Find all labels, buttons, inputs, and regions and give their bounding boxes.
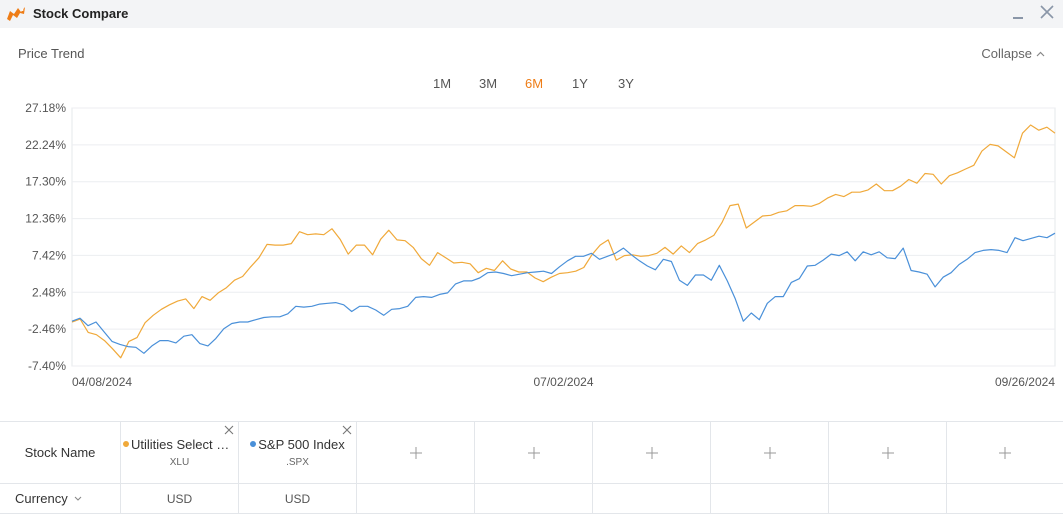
currency-value: USD: [284, 491, 311, 506]
minimize-button[interactable]: [1010, 4, 1026, 22]
y-tick-label: -2.46%: [28, 322, 66, 336]
currency-value: USD: [166, 491, 193, 506]
collapse-button[interactable]: Collapse: [981, 46, 1045, 61]
plus-icon[interactable]: [999, 446, 1011, 459]
remove-stock-icon[interactable]: [342, 425, 352, 435]
stock-name: S&P 500 Index: [239, 437, 356, 452]
price-trend-title: Price Trend: [18, 46, 85, 61]
y-tick-label: 7.42%: [32, 248, 66, 262]
currency-cell: [474, 484, 592, 513]
chevron-up-icon: [1036, 51, 1045, 56]
currency-cell: [946, 484, 1063, 513]
plus-icon[interactable]: [763, 446, 776, 459]
stock-slot-1[interactable]: Utilities Select Sector SPDR XLU: [120, 422, 238, 483]
compare-table: Stock Name Utilities Select Sector SPDR …: [0, 421, 1063, 516]
range-tab-1m[interactable]: 1M: [419, 76, 465, 91]
currency-cell: [710, 484, 828, 513]
x-tick-label: 07/02/2024: [533, 375, 593, 389]
plus-icon[interactable]: [881, 446, 894, 459]
y-tick-label: 12.36%: [25, 212, 66, 226]
plot-area: [71, 107, 1056, 367]
currency-cell: [356, 484, 474, 513]
currency-cell: USD: [120, 484, 238, 513]
currency-cell: USD: [238, 484, 356, 513]
window-title: Stock Compare: [33, 6, 129, 21]
stock-symbol: XLU: [169, 457, 190, 468]
empty-stock-slot[interactable]: [592, 422, 710, 483]
plus-icon[interactable]: [409, 446, 422, 459]
series-line-xlu: [71, 124, 1056, 359]
series-dot: [123, 441, 129, 447]
y-tick-label: -7.40%: [28, 359, 66, 373]
chevron-down-icon: [74, 496, 82, 501]
stock-name-row: Stock Name Utilities Select Sector SPDR …: [0, 421, 1063, 483]
currency-row: Currency USD USD: [0, 483, 1063, 514]
empty-stock-slot[interactable]: [710, 422, 828, 483]
range-tab-3y[interactable]: 3Y: [603, 76, 649, 91]
stock-name-header: Stock Name: [24, 445, 96, 460]
y-tick-label: 22.24%: [25, 138, 66, 152]
plus-icon[interactable]: [645, 446, 658, 459]
price-trend-chart: 27.18% 22.24% 17.30% 12.36% 7.42% 2.48% -2.46%…: [25, 101, 1056, 389]
stock-name: Utilities Select Sector SPDR: [121, 437, 238, 452]
stock-symbol: .SPX: [286, 457, 309, 468]
currency-cell: [828, 484, 946, 513]
currency-header: Currency: [15, 491, 68, 506]
x-tick-label: 09/26/2024: [995, 375, 1055, 389]
x-tick-label: 04/08/2024: [72, 375, 132, 389]
empty-stock-slot[interactable]: [356, 422, 474, 483]
range-tab-1y[interactable]: 1Y: [557, 76, 603, 91]
series-dot: [250, 441, 257, 447]
series-line-spx: [71, 232, 1056, 354]
currency-cell: [592, 484, 710, 513]
remove-stock-icon[interactable]: [224, 425, 234, 435]
collapse-label: Collapse: [981, 46, 1032, 61]
y-tick-label: 27.18%: [25, 101, 66, 115]
empty-stock-slot[interactable]: [474, 422, 592, 483]
bull-logo-icon: [7, 7, 25, 21]
range-tab-3m[interactable]: 3M: [465, 76, 511, 91]
close-icon[interactable]: [1038, 3, 1056, 21]
stock-slot-2[interactable]: S&P 500 Index .SPX: [238, 422, 356, 483]
title-bar: Stock Compare: [0, 0, 1063, 28]
empty-stock-slot[interactable]: [828, 422, 946, 483]
range-tab-6m[interactable]: 6M: [511, 76, 557, 91]
empty-stock-slot[interactable]: [946, 422, 1063, 483]
y-tick-label: 2.48%: [32, 285, 66, 299]
currency-dropdown[interactable]: Currency: [0, 484, 120, 513]
y-tick-label: 17.30%: [25, 175, 66, 189]
plus-icon[interactable]: [527, 446, 540, 459]
